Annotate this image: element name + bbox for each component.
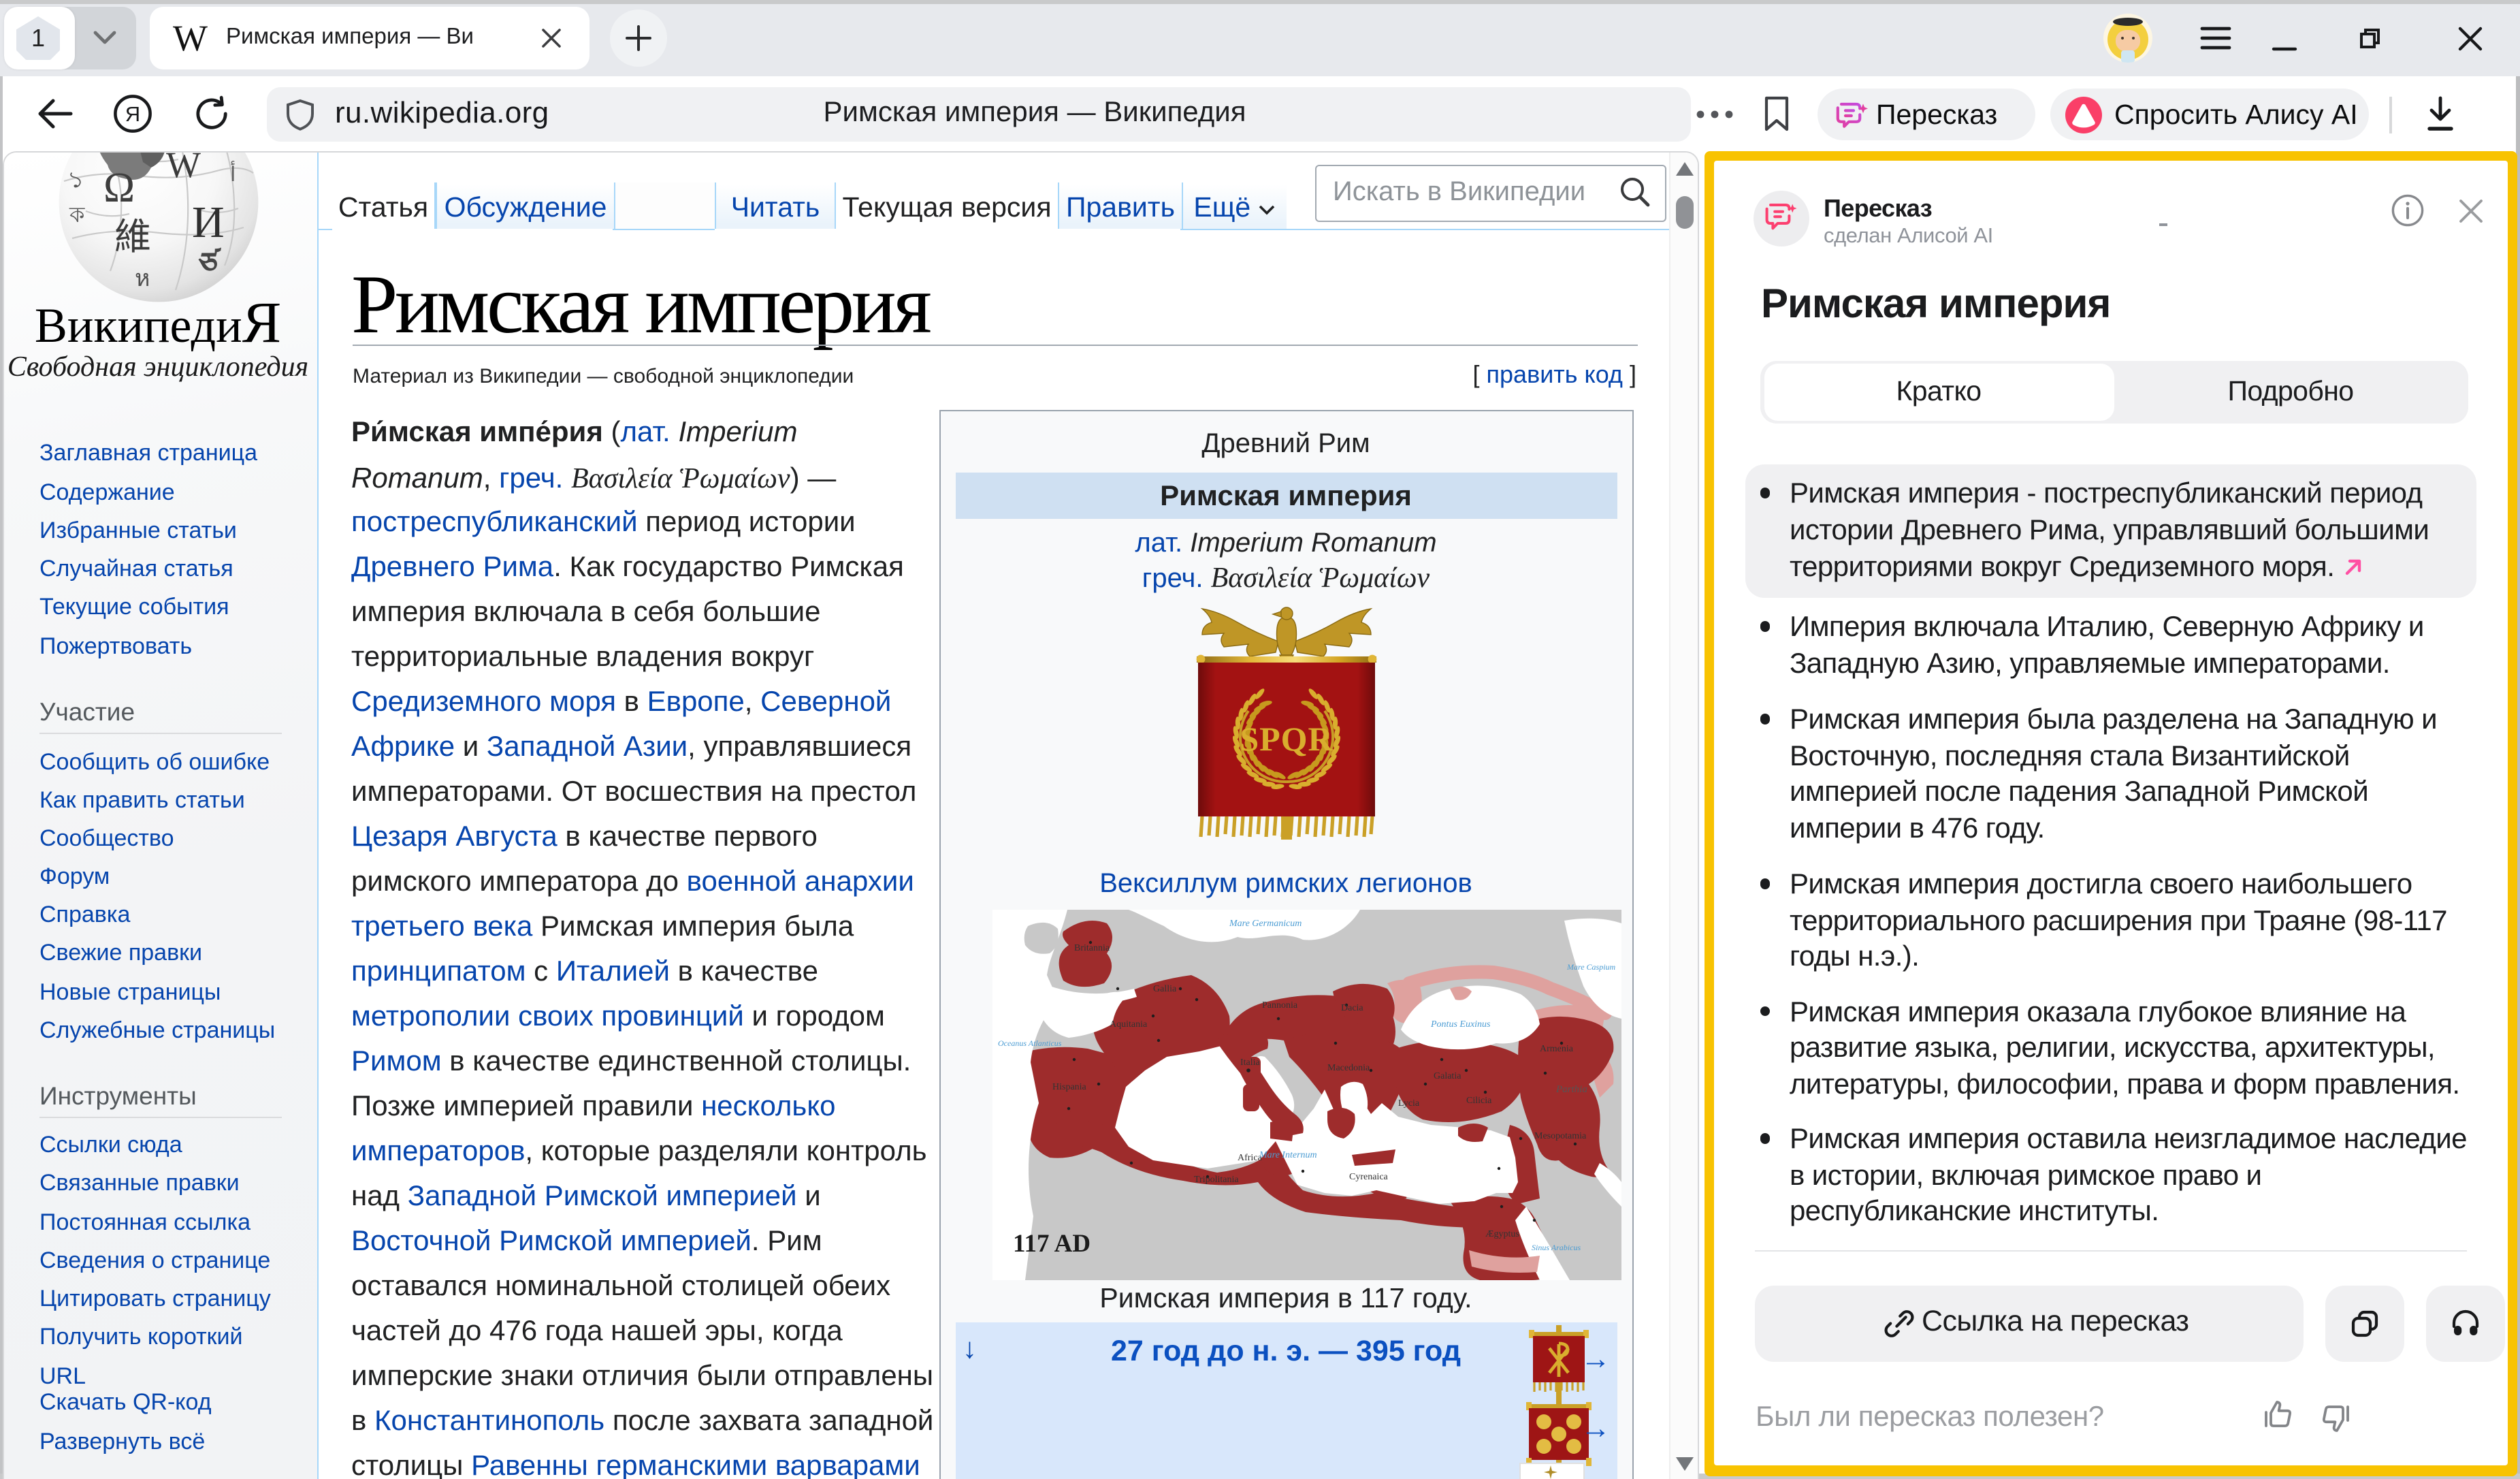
- svg-text:維: 維: [114, 217, 151, 257]
- svg-text:ห: ห: [135, 266, 150, 291]
- svg-text:Oceanus Atlanticus: Oceanus Atlanticus: [997, 1038, 1061, 1047]
- svg-text:Gallia: Gallia: [1152, 983, 1176, 993]
- svg-text:Cyrenaica: Cyrenaica: [1348, 1171, 1388, 1181]
- svg-text:Galatia: Galatia: [1433, 1070, 1461, 1081]
- svg-text:Pannonia: Pannonia: [1261, 1000, 1297, 1010]
- svg-text:Pontus Euxinus: Pontus Euxinus: [1429, 1019, 1490, 1029]
- svg-text:Mare Caspium: Mare Caspium: [1566, 961, 1615, 971]
- svg-text:Я: Я: [125, 102, 140, 126]
- svg-text:ক: ক: [69, 202, 85, 227]
- svg-text:И: И: [192, 197, 225, 247]
- svg-text:أ: أ: [230, 161, 236, 186]
- svg-text:Hispania: Hispania: [1052, 1081, 1086, 1092]
- svg-text:W: W: [166, 151, 201, 185]
- svg-text:117 AD: 117 AD: [1012, 1229, 1090, 1257]
- svg-text:Italia: Italia: [1240, 1057, 1260, 1067]
- svg-text:Macedonia: Macedonia: [1327, 1062, 1370, 1072]
- svg-text:Britannia: Britannia: [1073, 942, 1110, 953]
- svg-text:Mare Germanicum: Mare Germanicum: [1228, 918, 1301, 928]
- svg-text:Ægyptus: Ægyptus: [1485, 1228, 1519, 1239]
- svg-text:Armenia: Armenia: [1539, 1043, 1573, 1053]
- svg-text:Tripolitania: Tripolitania: [1193, 1174, 1238, 1184]
- svg-text:Ω: Ω: [103, 165, 135, 211]
- svg-text:Sinus Arabicus: Sinus Arabicus: [1531, 1242, 1580, 1252]
- svg-text:Cilicia: Cilicia: [1466, 1095, 1491, 1105]
- svg-text:Mare Internum: Mare Internum: [1258, 1149, 1316, 1160]
- svg-text:Parthia: Parthia: [1555, 1083, 1587, 1094]
- svg-text:Lycia: Lycia: [1398, 1098, 1419, 1108]
- svg-text:ཙ: ཙ: [198, 247, 221, 281]
- svg-text:Dacia: Dacia: [1340, 1002, 1363, 1013]
- svg-text:Aquitania: Aquitania: [1109, 1019, 1147, 1029]
- svg-text:Mesopotamia: Mesopotamia: [1534, 1130, 1586, 1141]
- svg-text:SPQR: SPQR: [1240, 719, 1333, 757]
